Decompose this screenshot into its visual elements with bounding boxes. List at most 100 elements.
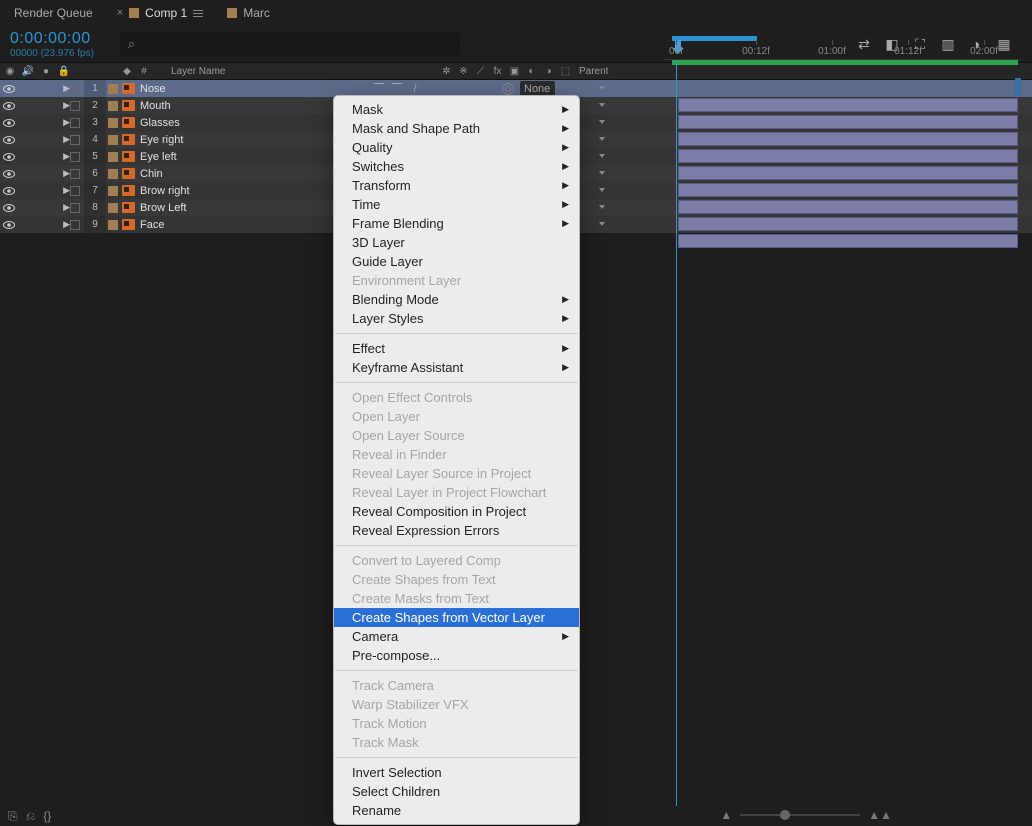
parent-dropdown[interactable]: None [520, 81, 555, 96]
time-ruler[interactable]: 00f 00:12f 01:00f 01:12f 02:00f [664, 32, 1022, 60]
layer-search[interactable]: ⌕ [120, 32, 460, 56]
zoom-in-icon[interactable]: ▲▲ [868, 808, 892, 822]
layer-duration-bar[interactable] [678, 115, 1018, 129]
twirl-icon[interactable]: ▶ [63, 185, 70, 196]
panel-menu-icon[interactable] [193, 10, 203, 17]
zoom-slider[interactable]: ▲ ▲▲ [720, 808, 892, 822]
menu-item[interactable]: Guide Layer [334, 252, 579, 271]
collapse-icon[interactable]: ※ [458, 65, 469, 77]
layer-name[interactable]: Brow right [136, 185, 366, 197]
layer-duration-bar[interactable] [678, 132, 1018, 146]
label-color[interactable] [108, 135, 118, 145]
visibility-toggle[interactable] [3, 117, 15, 129]
menu-item[interactable]: Mask and Shape Path [334, 119, 579, 138]
visibility-toggle[interactable] [3, 151, 15, 163]
tab-comp1[interactable]: × Comp 1 [117, 6, 203, 20]
parent-col[interactable]: Parent [571, 66, 627, 77]
layer-duration-bar[interactable] [678, 217, 1018, 231]
layer-name[interactable]: Nose [136, 83, 366, 95]
label-color[interactable] [108, 118, 118, 128]
solo-toggle[interactable] [70, 152, 80, 162]
quality-switch[interactable]: / [410, 83, 420, 95]
label-color[interactable] [108, 169, 118, 179]
menu-item[interactable]: Pre-compose... [334, 646, 579, 665]
zoom-out-icon[interactable]: ▲ [720, 808, 732, 822]
visibility-toggle[interactable] [3, 134, 15, 146]
solo-toggle[interactable] [70, 84, 80, 94]
solo-toggle[interactable] [70, 169, 80, 179]
menu-item[interactable]: Transform [334, 176, 579, 195]
audio-col-icon[interactable]: 🔊 [22, 65, 34, 77]
shy-switch[interactable] [374, 83, 384, 84]
quality-icon[interactable]: ⟋ [475, 65, 486, 77]
layer-duration-bar[interactable] [678, 149, 1018, 163]
tab-marc[interactable]: Marc [227, 6, 270, 20]
menu-item[interactable]: Invert Selection [334, 763, 579, 782]
layer-name[interactable]: Mouth [136, 100, 366, 112]
adjustment-icon[interactable]: ◑ [543, 65, 554, 77]
menu-item[interactable]: Reveal Composition in Project [334, 502, 579, 521]
playhead-line[interactable] [676, 60, 677, 806]
label-col-icon[interactable]: ◆ [121, 65, 133, 77]
menu-item[interactable]: Keyframe Assistant [334, 358, 579, 377]
toggle-brackets-icon[interactable]: {} [43, 809, 51, 823]
menu-item[interactable]: Rename [334, 801, 579, 820]
solo-toggle[interactable] [70, 186, 80, 196]
layer-name-col[interactable]: Layer Name [167, 66, 435, 77]
layer-duration-bar[interactable] [678, 98, 1018, 112]
work-area-indicator[interactable] [672, 60, 1018, 65]
search-input[interactable] [143, 37, 452, 51]
pickwhip-icon[interactable] [502, 83, 514, 95]
layer-name[interactable]: Face [136, 219, 366, 231]
visibility-toggle[interactable] [3, 202, 15, 214]
layer-duration-bar[interactable] [678, 183, 1018, 197]
label-color[interactable] [108, 220, 118, 230]
collapse-switch[interactable] [392, 83, 402, 84]
twirl-icon[interactable]: ▶ [63, 117, 70, 128]
zoom-thumb[interactable] [780, 810, 790, 820]
menu-item[interactable]: 3D Layer [334, 233, 579, 252]
zoom-track[interactable] [740, 814, 860, 816]
label-color[interactable] [108, 101, 118, 111]
visibility-toggle[interactable] [3, 83, 15, 95]
layer-duration-bar[interactable] [678, 166, 1018, 180]
menu-item[interactable]: Create Shapes from Vector Layer [334, 608, 579, 627]
twirl-icon[interactable]: ▶ [63, 83, 70, 94]
visibility-toggle[interactable] [3, 219, 15, 231]
layer-name[interactable]: Glasses [136, 117, 366, 129]
lock-col-icon[interactable]: 🔒 [58, 65, 70, 77]
solo-col-icon[interactable]: ● [40, 65, 52, 77]
toggle-switches-icon[interactable]: ⎘ [8, 809, 18, 824]
3d-icon[interactable]: ⬚ [560, 65, 571, 77]
video-col-icon[interactable]: ◉ [4, 65, 16, 77]
twirl-icon[interactable]: ▶ [63, 219, 70, 230]
layer-name[interactable]: Eye right [136, 134, 366, 146]
twirl-icon[interactable]: ▶ [63, 202, 70, 213]
shy-switch-icon[interactable]: ✲ [441, 65, 452, 77]
comp-end-marker[interactable] [1015, 78, 1021, 96]
menu-item[interactable]: Camera [334, 627, 579, 646]
menu-item[interactable]: Layer Styles [334, 309, 579, 328]
frame-blend-col-icon[interactable]: ▣ [509, 65, 520, 77]
menu-item[interactable]: Select Children [334, 782, 579, 801]
twirl-icon[interactable]: ▶ [63, 168, 70, 179]
layer-duration-bar[interactable] [678, 234, 1018, 248]
label-color[interactable] [108, 152, 118, 162]
layer-name[interactable]: Brow Left [136, 202, 366, 214]
label-color[interactable] [108, 84, 118, 94]
twirl-icon[interactable]: ▶ [63, 151, 70, 162]
layer-duration-bar[interactable] [678, 200, 1018, 214]
current-time[interactable]: 0:00:00:00 [10, 30, 112, 48]
label-color[interactable] [108, 203, 118, 213]
tab-render-queue[interactable]: Render Queue [14, 6, 93, 20]
layer-name[interactable]: Chin [136, 168, 366, 180]
menu-item[interactable]: Quality [334, 138, 579, 157]
fx-icon[interactable]: fx [492, 65, 503, 77]
twirl-icon[interactable]: ▶ [63, 100, 70, 111]
menu-item[interactable]: Mask [334, 100, 579, 119]
menu-item[interactable]: Reveal Expression Errors [334, 521, 579, 540]
solo-toggle[interactable] [70, 118, 80, 128]
solo-toggle[interactable] [70, 220, 80, 230]
close-icon[interactable]: × [117, 7, 123, 19]
menu-item[interactable]: Blending Mode [334, 290, 579, 309]
